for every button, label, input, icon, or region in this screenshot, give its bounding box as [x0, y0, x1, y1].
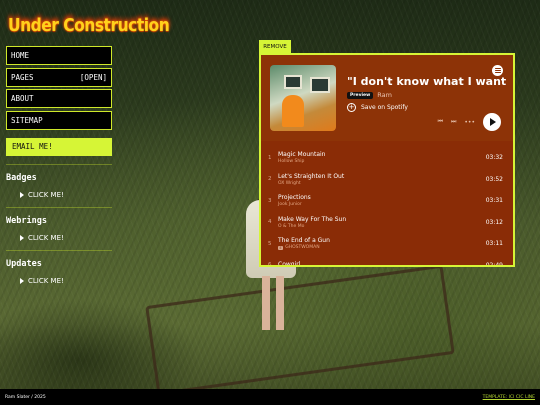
album-title[interactable]: "I don't know what I want" Master [347, 75, 507, 88]
nav-sitemap[interactable]: SITEMAP [6, 110, 112, 130]
triangle-right-icon [20, 234, 24, 241]
track-duration: 02:49 [485, 261, 503, 267]
track-artist-label: GHOSTWOMAN [285, 245, 320, 251]
footer-credit-link[interactable]: TEMPLATE: ICI CIC LINE [483, 395, 535, 400]
album-cover[interactable] [270, 65, 336, 131]
track-artist: OX Wright [278, 181, 486, 186]
track-artist-label: Jook Junior [278, 202, 302, 208]
triangle-right-icon [20, 277, 24, 284]
divider [6, 163, 112, 165]
nav-pages-state: [OPEN] [79, 72, 107, 82]
updates-link-label: CLICK ME! [28, 276, 64, 285]
track-name: Cowgirl [278, 261, 301, 267]
plus-circle-icon: + [347, 103, 356, 112]
track-number: 4 [268, 219, 272, 226]
triangle-right-icon [20, 191, 24, 198]
cover-person [282, 95, 304, 127]
divider [6, 249, 112, 251]
girl-legs [262, 276, 284, 330]
save-on-spotify-button[interactable]: + Save on Spotify [347, 103, 408, 112]
track-info: Let's Straighten It Out OX Wright [278, 173, 486, 186]
section-title-badges: Badges [6, 172, 37, 183]
section-title-webrings: Webrings [6, 215, 47, 226]
track-duration: 03:52 [485, 175, 503, 183]
track-number: 6 [268, 262, 272, 267]
track-number: 2 [268, 176, 272, 183]
previous-track-icon[interactable]: ⏮ [438, 118, 443, 126]
nav-about[interactable]: ABOUT [6, 89, 112, 108]
footer: Ram Slater / 2025 TEMPLATE: ICI CIC LINE [0, 389, 540, 405]
track-row[interactable]: 3 Projections Jook Junior 03:31 [261, 190, 513, 212]
track-info: Projections Jook Junior [278, 194, 486, 207]
nav-sitemap-label: SITEMAP [11, 115, 43, 125]
track-duration: 03:11 [485, 240, 503, 248]
player-header: "I don't know what I want" Master Previe… [261, 55, 513, 141]
nav-home[interactable]: HOME [6, 46, 112, 65]
track-duration: 03:32 [485, 154, 503, 162]
remove-button[interactable]: REMOVE [259, 40, 291, 53]
track-artist: Jook Junior [278, 202, 486, 207]
updates-link[interactable]: CLICK ME! [6, 277, 112, 285]
track-name: Magic Mountain [278, 151, 326, 159]
track-row[interactable]: 2 Let's Straighten It Out OX Wright 03:5… [261, 169, 513, 191]
nav-pages[interactable]: PAGES [OPEN] [6, 67, 112, 87]
footer-copyright: Ram Slater / 2025 [5, 394, 46, 400]
track-row[interactable]: 4 Make Way For The Sun O & The Mo 03:12 [261, 212, 513, 234]
track-row[interactable]: 6 Cowgirl 02:49 [261, 255, 513, 267]
track-row[interactable]: 5 The End of a Gun E GHOSTWOMAN 03:11 [261, 233, 513, 255]
track-artist-label: OX Wright [278, 180, 301, 186]
next-track-icon[interactable]: ⏭ [451, 118, 456, 126]
album-meta: Preview Ram [347, 91, 392, 99]
cover-monitor [310, 77, 330, 93]
save-label: Save on Spotify [361, 104, 408, 111]
spotify-embed: "I don't know what I want" Master Previe… [259, 53, 515, 267]
site-logo[interactable]: Under Construction [8, 15, 170, 36]
badges-link[interactable]: CLICK ME! [6, 191, 112, 199]
webrings-link[interactable]: CLICK ME! [6, 234, 112, 242]
track-artist: Hollow Ship [278, 159, 486, 164]
track-duration: 03:12 [485, 218, 503, 226]
play-button[interactable] [483, 113, 501, 131]
email-button-label: EMAIL ME! [12, 142, 53, 151]
more-options-icon[interactable]: ••• [464, 119, 475, 126]
cover-monitor [284, 75, 302, 89]
preview-badge: Preview [347, 91, 374, 99]
track-number: 1 [268, 154, 272, 161]
track-artist: O & The Mo [278, 224, 486, 229]
divider [6, 206, 112, 208]
album-artist[interactable]: Ram [377, 91, 392, 99]
track-artist-label: O & The Mo [278, 223, 305, 229]
track-name: Let's Straighten It Out [278, 172, 345, 180]
nav-pages-label: PAGES [11, 72, 34, 82]
track-name: Projections [278, 194, 311, 202]
track-row[interactable]: 1 Magic Mountain Hollow Ship 03:32 [261, 147, 513, 169]
track-name: Make Way For The Sun [278, 215, 347, 223]
track-artist-label: Hollow Ship [278, 159, 305, 165]
track-info: Cowgirl [278, 261, 486, 267]
webrings-link-label: CLICK ME! [28, 233, 64, 242]
track-info: Make Way For The Sun O & The Mo [278, 216, 486, 229]
track-name: The End of a Gun [278, 237, 330, 245]
player-controls: ⏮ ⏭ ••• [438, 113, 501, 131]
sidebar: Under Construction HOME PAGES [OPEN] ABO… [6, 15, 170, 291]
track-artist: E GHOSTWOMAN [278, 245, 486, 250]
track-info: Magic Mountain Hollow Ship [278, 151, 486, 164]
badges-link-label: CLICK ME! [28, 190, 64, 199]
section-title-updates: Updates [6, 258, 42, 269]
explicit-icon: E [278, 245, 284, 250]
nav-home-label: HOME [11, 51, 30, 60]
nav-about-label: ABOUT [11, 94, 34, 103]
track-list: 1 Magic Mountain Hollow Ship 03:32 2 Let… [261, 141, 513, 267]
track-info: The End of a Gun E GHOSTWOMAN [278, 237, 486, 250]
track-duration: 03:31 [485, 197, 503, 205]
email-button[interactable]: EMAIL ME! [6, 137, 112, 156]
track-number: 5 [268, 240, 272, 247]
track-number: 3 [268, 197, 272, 204]
